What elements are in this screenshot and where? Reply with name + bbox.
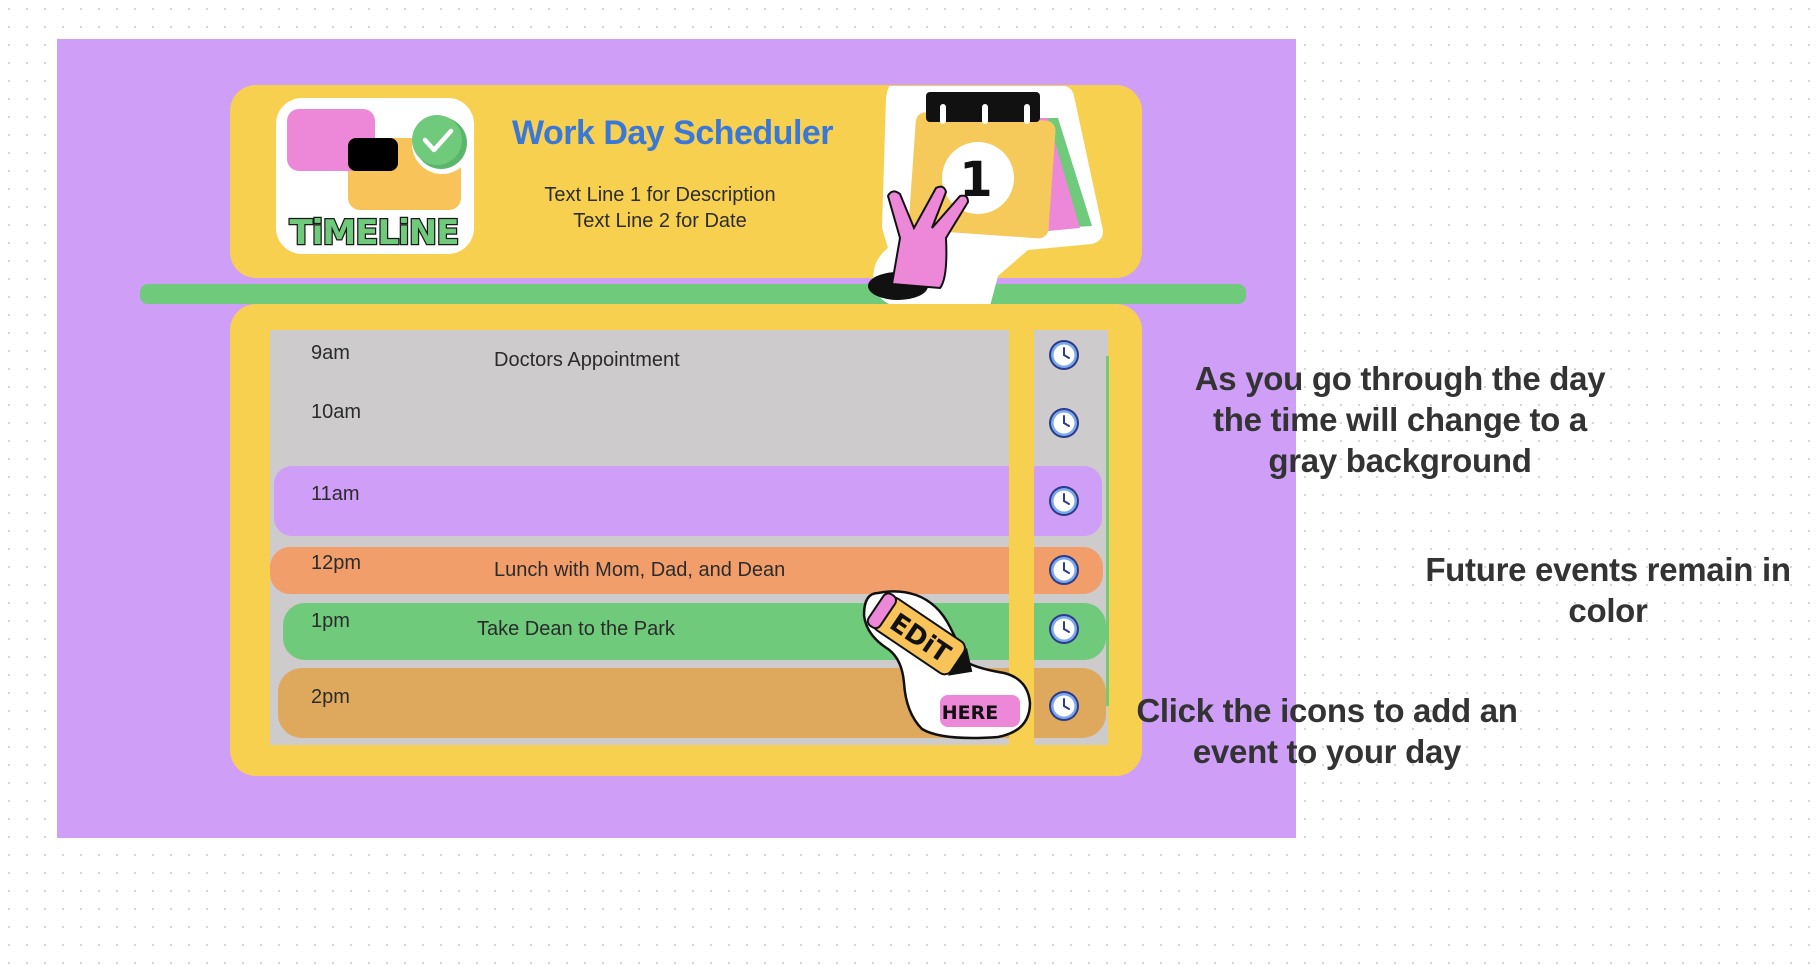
clock-icon[interactable]	[1048, 485, 1080, 517]
edit-here-sticker[interactable]: EDiT HERE	[858, 587, 1034, 743]
calendar-icon: 1	[868, 86, 1103, 315]
logo-text: TiMELiNE	[290, 213, 459, 253]
clock-icon[interactable]	[1048, 407, 1080, 439]
time-label-1pm: 1pm	[311, 610, 350, 632]
event-text-1pm[interactable]: Take Dean to the Park	[477, 618, 675, 641]
header-description: Text Line 1 for Description Text Line 2 …	[500, 182, 820, 234]
time-label-2pm: 2pm	[311, 686, 350, 708]
note-click-icons: Click the icons to add an event to your …	[1136, 692, 1518, 770]
clock-icon[interactable]	[1048, 613, 1080, 645]
clock-icon[interactable]	[1048, 690, 1080, 722]
column-accent-line	[1106, 356, 1109, 706]
note-future-events: Future events remain in color	[1425, 551, 1791, 629]
time-label-9am: 9am	[311, 342, 350, 364]
page-title: Work Day Scheduler	[512, 114, 834, 152]
clock-icon[interactable]	[1048, 339, 1080, 371]
event-text-12pm[interactable]: Lunch with Mom, Dad, and Dean	[494, 559, 785, 582]
here-sticker-text: HERE	[942, 702, 999, 724]
time-label-10am: 10am	[311, 401, 362, 423]
description-line-1: Text Line 1 for Description	[544, 184, 776, 206]
time-label-12pm: 12pm	[311, 552, 362, 574]
time-label-11am: 11am	[311, 483, 360, 505]
row-11am-background	[274, 466, 1102, 536]
clock-icon[interactable]	[1048, 554, 1080, 586]
timeline-logo: TiMELiNE	[276, 98, 474, 254]
description-line-2: Text Line 2 for Date	[573, 210, 747, 232]
note-past-hours: As you go through the day the time will …	[1194, 360, 1606, 479]
event-text-9am[interactable]: Doctors Appointment	[494, 349, 680, 372]
